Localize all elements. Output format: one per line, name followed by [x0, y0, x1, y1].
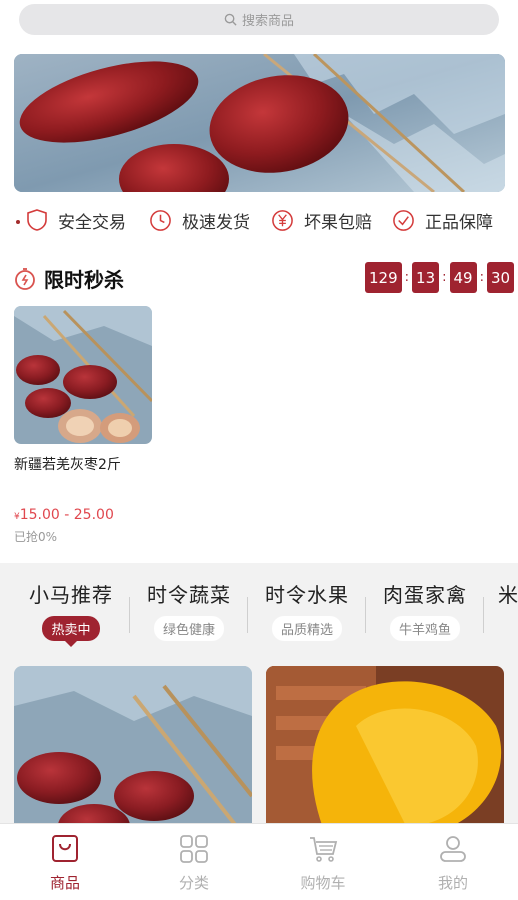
- price-range: 15.00 - 25.00: [19, 507, 114, 523]
- countdown-hours: 129: [365, 262, 402, 293]
- tabbar-label: 我的: [437, 874, 468, 892]
- countdown-separator: :: [404, 270, 410, 285]
- clock-icon: [150, 209, 171, 231]
- tab-subtitle: 品质精选: [271, 616, 342, 641]
- flash-sale-header: 限时秒杀: [14, 264, 124, 293]
- stopwatch-icon: [15, 267, 35, 290]
- product-image[interactable]: [266, 666, 504, 836]
- guarantee-label: 安全交易: [58, 212, 126, 233]
- countdown-separator: :: [442, 270, 447, 285]
- tab-title: 小马推荐: [29, 583, 113, 607]
- tab-xiaoma-recommend[interactable]: 小马推荐 热卖中: [12, 579, 130, 647]
- guarantee-fast-delivery: 极速发货: [149, 208, 250, 233]
- tab-divider: [247, 597, 248, 633]
- cart-icon: [310, 837, 338, 862]
- tabbar-item-cart[interactable]: 购物车: [283, 834, 363, 893]
- user-icon: [440, 836, 466, 862]
- flash-sale-title: 限时秒杀: [44, 268, 124, 292]
- product-card-dates[interactable]: [14, 666, 252, 836]
- tab-divider: [365, 597, 366, 633]
- tab-title: 肉蛋家禽: [383, 583, 467, 607]
- flash-sale-product-card[interactable]: 新疆若羌灰枣2斤 ¥15.00 - 25.00 已抢0%: [14, 306, 152, 545]
- search-bar: 搜索商品: [0, 0, 518, 38]
- tab-seasonal-fruits[interactable]: 时令水果 品质精选: [248, 579, 366, 641]
- guarantee-genuine: 正品保障: [392, 208, 493, 233]
- guarantee-label: 正品保障: [425, 212, 493, 233]
- tab-divider: [483, 597, 484, 633]
- tab-more-partial[interactable]: 米: [484, 579, 518, 608]
- tabbar-item-goods[interactable]: 商品: [25, 834, 105, 893]
- tab-subtitle: 热卖中: [42, 616, 100, 647]
- sold-percentage: 已抢0%: [14, 530, 58, 544]
- tab-meat-eggs-poultry[interactable]: 肉蛋家禽 牛羊鸡鱼: [366, 579, 484, 641]
- guarantee-label: 极速发货: [182, 212, 250, 233]
- countdown-separator: :: [479, 270, 484, 285]
- tabbar-label: 购物车: [300, 874, 346, 892]
- bottom-tab-bar: 商品 分类 购物车 我的: [0, 823, 518, 900]
- category-tabs: 小马推荐 热卖中 时令蔬菜 绿色健康 时令水果 品质精选 肉蛋家禽 牛羊鸡鱼 米: [0, 563, 518, 658]
- shop-bag-icon: [52, 835, 78, 862]
- guarantee-damage-refund: 坏果包赔: [271, 208, 372, 233]
- countdown-minutes: 13: [412, 262, 440, 293]
- tabbar-item-category[interactable]: 分类: [154, 834, 234, 893]
- product-grid: [0, 658, 518, 836]
- product-image[interactable]: [14, 666, 252, 836]
- product-image[interactable]: [14, 306, 152, 444]
- tabbar-label: 分类: [178, 874, 209, 892]
- countdown-timer: 129 : 13 : 49 : 30: [365, 262, 515, 293]
- tab-subtitle: 牛羊鸡鱼: [389, 616, 460, 641]
- guarantee-label: 坏果包赔: [304, 212, 372, 233]
- tab-title: 米: [498, 583, 518, 607]
- tab-title: 时令水果: [265, 583, 349, 607]
- guarantee-row: 安全交易 极速发货 坏果包赔 正品保障: [0, 201, 518, 239]
- tab-title: 时令蔬菜: [147, 583, 231, 607]
- search-placeholder: 搜索商品: [241, 14, 294, 29]
- countdown-seconds: 49: [449, 262, 477, 293]
- tabbar-label: 商品: [49, 874, 80, 892]
- product-card-sweet-potato[interactable]: [266, 666, 504, 836]
- banner-image[interactable]: [14, 54, 505, 192]
- product-name: 新疆若羌灰枣2斤: [14, 457, 121, 473]
- check-circle-icon: [393, 209, 414, 231]
- grid-icon: [180, 835, 208, 863]
- yen-coin-icon: [272, 209, 293, 231]
- tab-subtitle: 绿色健康: [153, 616, 224, 641]
- guarantee-safe-trade: 安全交易: [26, 208, 126, 233]
- product-price: ¥15.00 - 25.00: [14, 507, 152, 523]
- tabbar-item-mine[interactable]: 我的: [413, 834, 493, 893]
- search-input[interactable]: 搜索商品: [19, 4, 499, 35]
- page: 搜索商品 安全交易 极速发货 坏果包赔 正品保障 限时秒杀 129: 13:…: [0, 0, 518, 900]
- flash-sale-section: 限时秒杀 129 : 13 : 49 : 30 新疆若羌灰枣2斤 ¥15.00 …: [0, 248, 518, 563]
- banner-section: 安全交易 极速发货 坏果包赔 正品保障: [0, 38, 518, 248]
- tab-seasonal-vegetables[interactable]: 时令蔬菜 绿色健康: [130, 579, 248, 641]
- shield-icon: [27, 209, 47, 231]
- countdown-millis: 30: [487, 262, 515, 293]
- tab-divider: [129, 597, 130, 633]
- search-icon: [224, 13, 237, 26]
